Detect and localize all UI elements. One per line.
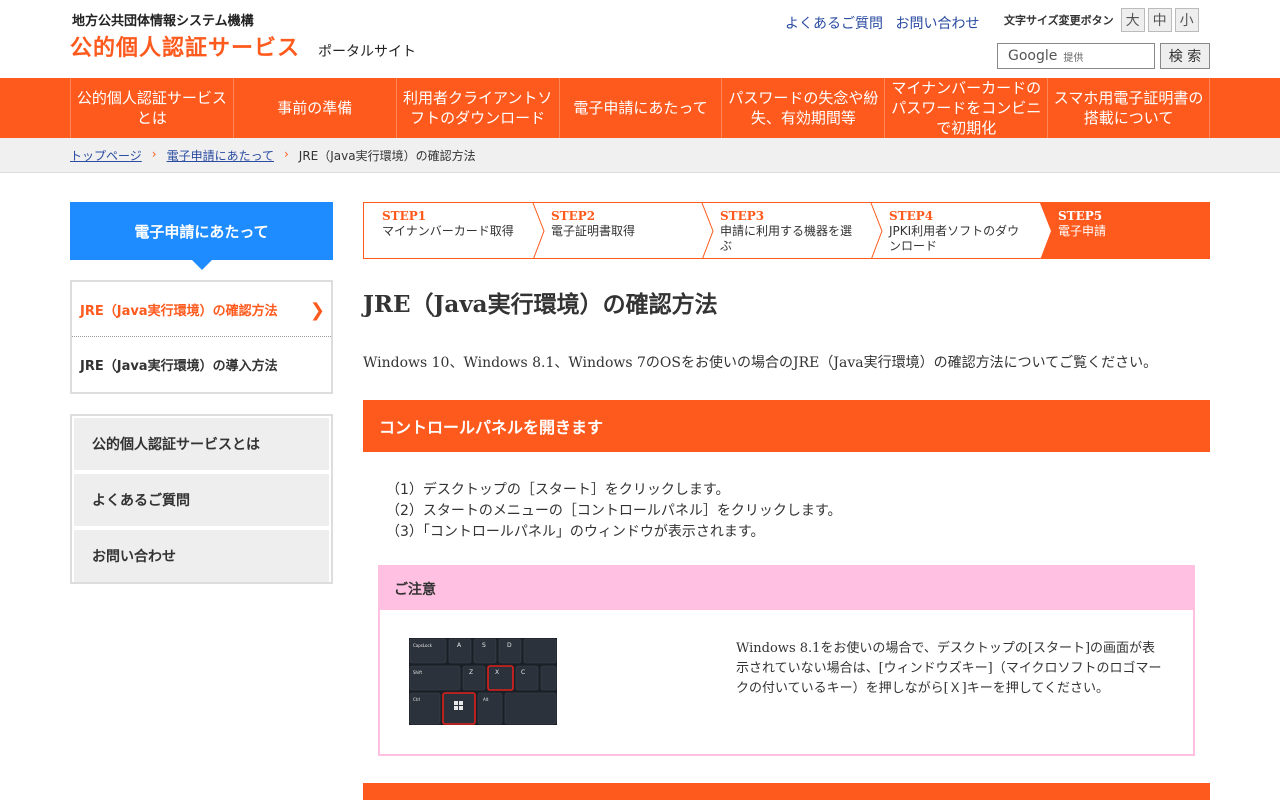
step-number: STEP5: [1058, 209, 1103, 223]
nav-item-smartphone-cert[interactable]: スマホ用電子証明書の搭載について: [1047, 78, 1211, 138]
font-size-small-button[interactable]: 小: [1174, 8, 1199, 32]
step-number: STEP2: [551, 209, 596, 223]
sidebar-item-label: JRE（Java実行環境）の導入方法: [80, 359, 278, 374]
sidebar-item-jre-install[interactable]: JRE（Java実行環境）の導入方法: [72, 337, 331, 392]
sidebar-item-label: JRE（Java実行環境）の確認方法: [80, 303, 278, 319]
instruction-list: （1）デスクトップの［スタート］をクリックします。 （2）スタートのメニューの［…: [386, 480, 842, 543]
step-label: 電子申請: [1058, 224, 1107, 238]
z-key-label: Z: [469, 669, 473, 676]
search-input[interactable]: Google 提供: [997, 43, 1155, 69]
nav-item-client-download[interactable]: 利用者クライアントソフトのダウンロード: [395, 78, 559, 138]
intro-text: Windows 10、Windows 8.1、Windows 7のOSをお使いの…: [363, 355, 1158, 371]
step-label: 申請に利用する機器を選ぶ: [720, 224, 853, 253]
step-5-current[interactable]: STEP5 電子申請: [1040, 203, 1209, 258]
breadcrumb-separator-icon: ›: [151, 147, 157, 161]
font-size-large-button[interactable]: 大: [1120, 8, 1145, 32]
caution-text: Windows 8.1をお使いの場合で、デスクトップの[スタート]の画面が表示さ…: [736, 641, 1162, 696]
caution-heading: ご注意: [380, 567, 1193, 610]
sidebar-heading: 電子申請にあたって: [70, 202, 333, 260]
site-logo[interactable]: 公的個人認証サービス: [70, 30, 300, 62]
nav-item-e-application[interactable]: 電子申請にあたって: [558, 78, 722, 138]
step-4[interactable]: STEP4 JPKI利用者ソフトのダウンロード: [871, 203, 1040, 258]
nav-item-preparation[interactable]: 事前の準備: [232, 78, 396, 138]
page-title: JRE（Java実行環境）の確認方法: [363, 291, 718, 318]
chevron-right-icon: ❯: [309, 300, 325, 321]
shift-key-label: Shift: [413, 670, 423, 675]
breadcrumb-e-application-link[interactable]: 電子申請にあたって: [167, 147, 274, 164]
next-section-heading: [363, 783, 1210, 800]
d-key-label: D: [507, 642, 512, 649]
sidebar-subnav: JRE（Java実行環境）の確認方法 ❯ JRE（Java実行環境）の導入方法: [70, 280, 333, 394]
faq-link[interactable]: よくあるご質問: [785, 16, 883, 32]
search-button[interactable]: 検 索: [1160, 43, 1210, 69]
x-key-label: X: [495, 669, 499, 676]
sidebar-menu-contact[interactable]: お問い合わせ: [74, 530, 329, 582]
instruction-item: （2）スタートのメニューの［コントロールパネル］をクリックします。: [386, 503, 842, 519]
font-size-switcher: 文字サイズ変更ボタン 大 中 小: [1004, 8, 1199, 32]
header-links: よくあるご質問 お問い合わせ: [785, 13, 987, 33]
section-heading: コントロールパネルを開きます: [363, 400, 1210, 452]
font-size-label: 文字サイズ変更ボタン: [1004, 14, 1114, 27]
step-2[interactable]: STEP2 電子証明書取得: [533, 203, 702, 258]
font-size-medium-button[interactable]: 中: [1147, 8, 1172, 32]
site-subtitle: ポータルサイト: [318, 44, 416, 60]
sidebar-menu-faq[interactable]: よくあるご質問: [74, 474, 329, 526]
instruction-item: （3）「コントロールパネル」のウィンドウが表示されます。: [386, 524, 765, 540]
organization-name: 地方公共団体情報システム機構: [72, 14, 254, 29]
capslock-key-label: CapsLock: [413, 643, 433, 648]
contact-link[interactable]: お問い合わせ: [895, 16, 979, 32]
global-nav: 公的個人認証サービスとは 事前の準備 利用者クライアントソフトのダウンロード 電…: [0, 78, 1280, 138]
keyboard-image: CapsLock A S D Shift Z X C Ctrl Alt: [409, 638, 557, 725]
google-label: Google: [1008, 48, 1058, 64]
sidebar-item-jre-check[interactable]: JRE（Java実行環境）の確認方法 ❯: [72, 282, 331, 337]
step-number: STEP1: [382, 209, 427, 223]
breadcrumb-top-link[interactable]: トップページ: [70, 147, 142, 164]
breadcrumb: トップページ › 電子申請にあたって › JRE（Java実行環境）の確認方法: [0, 138, 1280, 173]
breadcrumb-current: JRE（Java実行環境）の確認方法: [298, 149, 476, 163]
nav-item-password-loss[interactable]: パスワードの失念や紛失、有効期間等: [721, 78, 884, 138]
ctrl-key-label: Ctrl: [413, 697, 420, 702]
s-key-label: S: [482, 642, 486, 649]
step-3[interactable]: STEP3 申請に利用する機器を選ぶ: [702, 203, 871, 258]
step-label: JPKI利用者ソフトのダウンロード: [889, 224, 1020, 253]
caution-box: ご注意 CapsLock A S D Shift Z X C Ctrl Alt …: [378, 565, 1195, 756]
sidebar-menu-about[interactable]: 公的個人認証サービスとは: [74, 418, 329, 470]
nav-item-about[interactable]: 公的個人認証サービスとは: [70, 78, 233, 138]
search-provided-label: 提供: [1063, 52, 1084, 64]
step-label: マイナンバーカード取得: [382, 224, 514, 238]
breadcrumb-separator-icon: ›: [283, 147, 289, 161]
step-1[interactable]: STEP1 マイナンバーカード取得: [364, 203, 533, 258]
sidebar-heading-arrow-icon: [192, 260, 212, 270]
alt-key-label: Alt: [483, 697, 489, 702]
step-progress: STEP1 マイナンバーカード取得 STEP2 電子証明書取得 STEP3 申請…: [363, 202, 1210, 259]
instruction-item: （1）デスクトップの［スタート］をクリックします。: [386, 482, 730, 498]
c-key-label: C: [521, 669, 525, 676]
step-label: 電子証明書取得: [551, 224, 636, 238]
site-header: 地方公共団体情報システム機構 公的個人認証サービス ポータルサイト よくあるご質…: [0, 0, 1280, 78]
nav-item-convenience-store-reset[interactable]: マイナンバーカードのパスワードをコンビニで初期化: [884, 78, 1047, 138]
step-number: STEP3: [720, 209, 765, 223]
step-number: STEP4: [889, 209, 934, 223]
sidebar-menu: 公的個人認証サービスとは よくあるご質問 お問い合わせ: [70, 414, 333, 584]
